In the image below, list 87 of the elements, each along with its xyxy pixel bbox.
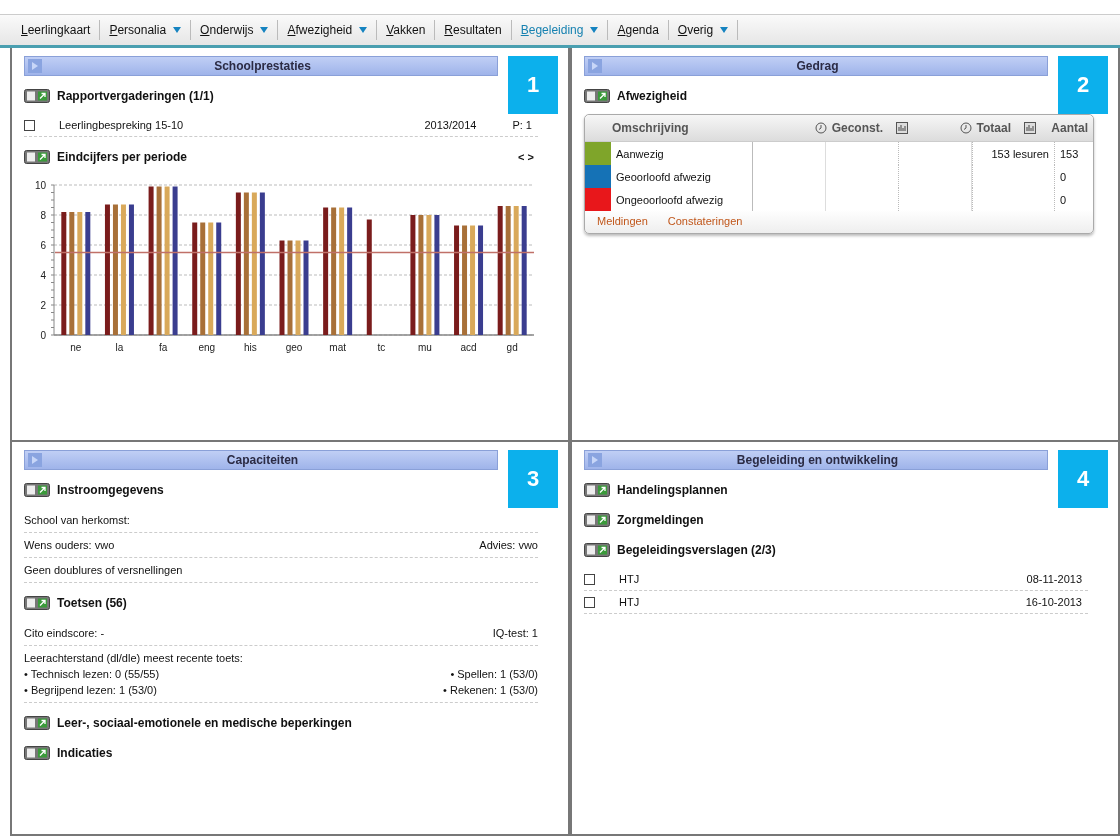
- chart-icon[interactable]: [1024, 122, 1036, 134]
- menu-item[interactable]: Agenda: [608, 20, 669, 40]
- item-detail: P: 1: [512, 119, 532, 131]
- axis-label: 8: [40, 210, 46, 221]
- axis-label: la: [115, 342, 124, 353]
- section-title[interactable]: Toetsen (56): [57, 596, 127, 610]
- menu-item[interactable]: Personalia: [100, 20, 192, 40]
- info-text: Leerachterstand (dl/dle) meest recente toets:: [24, 651, 243, 666]
- info-text: • Rekenen: 1 (53/0): [443, 683, 538, 698]
- menu-item[interactable]: Afwezigheid: [278, 20, 378, 40]
- checkbox[interactable]: [584, 596, 595, 608]
- table-cell: Ongeoorloofd afwezig: [611, 188, 753, 211]
- panel-icon: [28, 453, 42, 467]
- axis-label: his: [243, 342, 257, 353]
- checkbox[interactable]: [584, 573, 595, 585]
- info-text: • Technisch lezen: 0 (55/55): [24, 667, 160, 682]
- menu-item[interactable]: Begeleiding: [511, 20, 609, 40]
- column-header: Aantal: [1051, 121, 1088, 135]
- table-cell: Aanwezig: [611, 142, 753, 165]
- panel-title: Capaciteiten: [225, 453, 300, 467]
- panel-title: Begeleiding en ontwikkeling: [735, 453, 900, 467]
- menu-item[interactable]: Onderwijs: [191, 20, 279, 40]
- axis-label: gd: [506, 342, 518, 353]
- number-badge: 3: [508, 450, 558, 508]
- axis-label: acd: [460, 342, 477, 353]
- info-text: Cito eindscore: -: [24, 626, 105, 641]
- section-title[interactable]: Begeleidingsverslagen (2/3): [617, 543, 776, 557]
- panel-icon: [28, 59, 42, 73]
- item-detail: 2013/2014: [424, 119, 477, 131]
- panel-icon: [588, 453, 602, 467]
- number-badge: 4: [1058, 450, 1108, 508]
- number-badge: 2: [1058, 56, 1108, 114]
- info-text: Wens ouders: vwo: [24, 538, 115, 553]
- info-text: Geen doublures of versnellingen: [24, 563, 183, 578]
- info-text: • Spellen: 1 (53/0): [450, 667, 538, 682]
- section-title[interactable]: Afwezigheid: [617, 89, 687, 103]
- info-text: School van herkomst:: [24, 513, 130, 528]
- axis-label: eng: [198, 342, 216, 353]
- column-header: Omschrijving: [612, 121, 689, 135]
- column-header: Geconst.: [831, 121, 883, 135]
- section-title[interactable]: Rapportvergaderingen (1/1): [57, 89, 214, 103]
- axis-label: fa: [158, 342, 168, 353]
- clock-icon: [959, 122, 972, 134]
- info-text: IQ-test: 1: [492, 626, 538, 641]
- axis-label: ne: [70, 342, 82, 353]
- period-nav[interactable]: < >: [518, 151, 534, 163]
- section-title[interactable]: Eindcijfers per periode: [57, 150, 188, 164]
- table-cell: Geoorloofd afwezig: [611, 165, 753, 188]
- menu-item[interactable]: Overig: [668, 20, 739, 40]
- section-title[interactable]: Instroomgegevens: [57, 483, 164, 497]
- table-cell-text: 0: [1059, 192, 1068, 208]
- axis-label: mu: [417, 342, 432, 353]
- link[interactable]: Constateringen: [667, 215, 743, 227]
- section-title[interactable]: Indicaties: [57, 746, 113, 760]
- axis-label: 6: [40, 240, 46, 251]
- axis-label: tc: [377, 342, 386, 353]
- item-label: HTJ: [619, 573, 641, 585]
- axis-label: geo: [285, 342, 303, 353]
- link[interactable]: Meldingen: [597, 215, 648, 227]
- table-cell-text: 0: [1059, 169, 1068, 185]
- item-detail: 08-11-2013: [1026, 573, 1082, 585]
- chart-icon[interactable]: [896, 122, 908, 134]
- table-cell-text: 153: [1059, 146, 1080, 162]
- axis-label: 10: [34, 180, 46, 191]
- column-header: Totaal: [976, 121, 1011, 135]
- info-text: Advies: vwo: [479, 538, 538, 553]
- menu-item[interactable]: Resultaten: [435, 20, 512, 40]
- info-text: • Begrijpend lezen: 1 (53/0): [24, 683, 157, 698]
- item-label: HTJ: [619, 596, 641, 608]
- axis-label: mat: [329, 342, 346, 353]
- item-label: Leerlingbespreking 15-10: [59, 119, 185, 131]
- section-title[interactable]: Handelingsplannen: [617, 483, 728, 497]
- axis-label: 4: [40, 270, 46, 281]
- checkbox[interactable]: [24, 119, 35, 131]
- clock-icon: [814, 122, 827, 134]
- table-cell: 153 lesuren: [991, 147, 1049, 160]
- axis-label: 0: [40, 330, 46, 341]
- item-detail: 16-10-2013: [1025, 596, 1082, 608]
- number-badge: 1: [508, 56, 558, 114]
- panel-title: Gedrag: [795, 59, 840, 73]
- menu-item[interactable]: Leerlingkaart: [12, 20, 101, 40]
- panel-title: Schoolprestaties: [213, 59, 312, 73]
- menu-item[interactable]: Vakken: [377, 20, 436, 40]
- section-title[interactable]: Zorgmeldingen: [617, 513, 704, 527]
- section-title[interactable]: Leer-, sociaal-emotionele en medische beperkingen: [57, 716, 352, 730]
- axis-label: 2: [40, 300, 46, 311]
- panel-icon: [588, 59, 602, 73]
